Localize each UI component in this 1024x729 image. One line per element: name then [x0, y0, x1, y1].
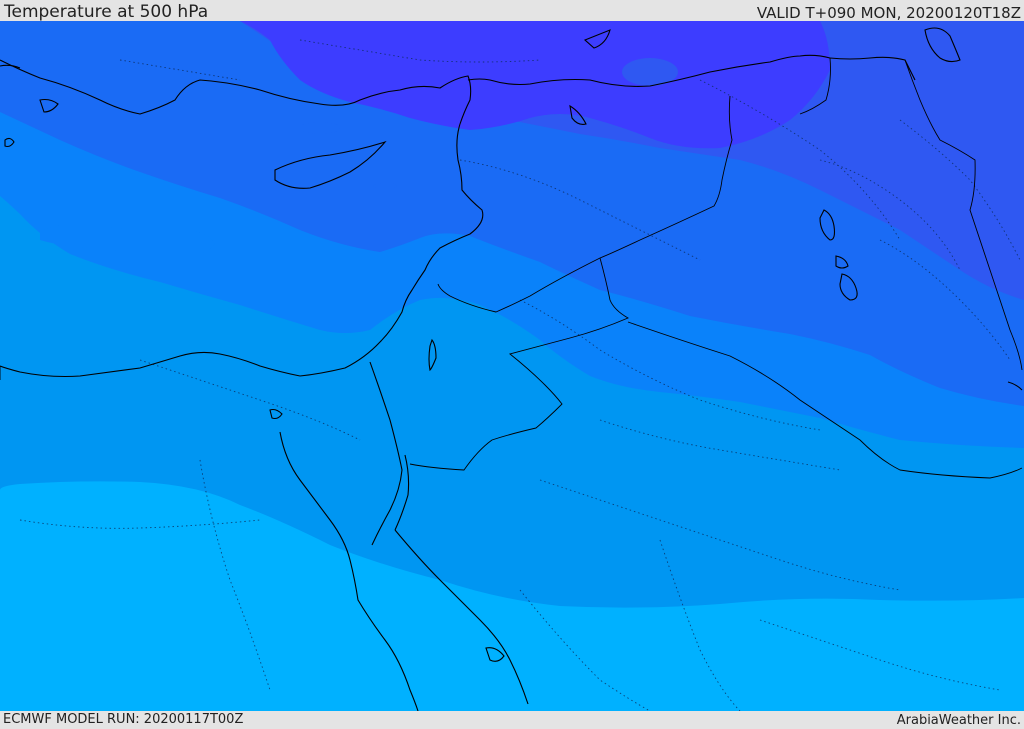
map-title: Temperature at 500 hPa	[4, 2, 209, 22]
header-bar: Temperature at 500 hPa VALID T+090 MON, …	[0, 0, 1024, 22]
credit-label: ArabiaWeather Inc.	[896, 713, 1021, 728]
temp-patch-small-2	[373, 183, 397, 189]
map-svg	[0, 21, 1024, 711]
model-run-label: ECMWF MODEL RUN: 20200117T00Z	[3, 712, 244, 727]
temperature-map	[0, 21, 1024, 711]
valid-time: VALID T+090 MON, 20200120T18Z	[756, 4, 1021, 22]
weather-map-frame: Temperature at 500 hPa VALID T+090 MON, …	[0, 0, 1024, 729]
footer-bar: ECMWF MODEL RUN: 20200117T00Z ArabiaWeat…	[0, 711, 1024, 729]
temp-patch-small-1	[300, 122, 340, 134]
